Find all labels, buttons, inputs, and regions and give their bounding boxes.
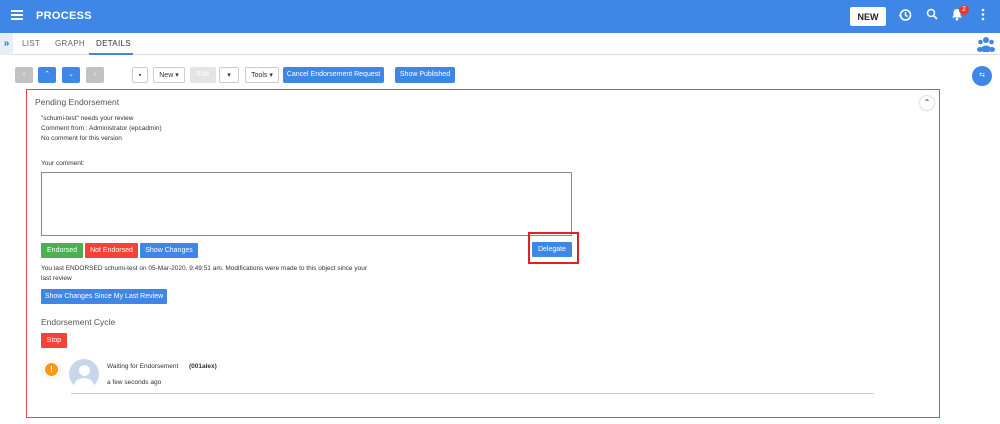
tabs-bar: » LIST GRAPH DETAILS — [0, 33, 1000, 55]
divider — [71, 393, 874, 394]
previous-button[interactable]: ‹ — [15, 67, 33, 83]
show-changes-button[interactable]: Show Changes — [140, 243, 198, 258]
endorsement-status-text: Waiting for Endorsement — [107, 363, 179, 370]
search-icon[interactable] — [926, 8, 938, 24]
more-vert-icon[interactable] — [981, 8, 985, 25]
users-group-icon[interactable] — [977, 36, 995, 53]
caret-down-icon: ▾ — [227, 72, 231, 79]
panel-title: Pending Endorsement — [35, 97, 120, 107]
last-review-text-2: last review — [41, 275, 72, 282]
page-title: PROCESS — [36, 10, 92, 22]
pending-endorsement-panel: Pending Endorsement ⌃ "schumi-test" need… — [26, 89, 940, 418]
menu-icon[interactable] — [11, 10, 23, 22]
notification-badge: 2 — [959, 5, 969, 15]
avatar — [69, 359, 99, 389]
history-icon[interactable] — [898, 8, 912, 26]
comment-label: Your comment: — [41, 160, 85, 167]
new-button[interactable]: NEW — [850, 7, 886, 26]
chevron-down-icon: ⌄ — [68, 71, 74, 78]
endorsement-cycle-title: Endorsement Cycle — [41, 317, 116, 327]
endorser-username: (001alex) — [189, 363, 217, 370]
chevron-up-icon: ⌃ — [923, 98, 931, 107]
chevron-left-icon: ‹ — [22, 71, 26, 78]
document-button[interactable]: ▪ — [132, 67, 148, 83]
document-icon: ▪ — [138, 72, 142, 79]
chevron-right-icon: › — [93, 71, 97, 78]
chevron-up-icon: ⌃ — [44, 71, 50, 78]
review-request-text: "schumi-test" needs your review — [41, 115, 134, 122]
version-comment-text: No comment for this version — [41, 135, 122, 142]
tools-dropdown-button[interactable]: Tools ▾ — [245, 67, 279, 83]
top-app-bar: PROCESS NEW 2 — [0, 0, 1000, 33]
show-changes-since-last-review-button[interactable]: Show Changes Since My Last Review — [41, 289, 167, 304]
tab-details[interactable]: DETAILS — [96, 39, 131, 48]
last-review-text: You last ENDORSED schumi-test on 05-Mar-… — [41, 265, 367, 272]
not-endorsed-button[interactable]: Not Endorsed — [85, 243, 138, 258]
show-published-button[interactable]: Show Published — [395, 67, 455, 83]
expand-sidebar-icon[interactable]: » — [0, 33, 13, 55]
tools-label: Tools — [251, 72, 268, 79]
stop-button[interactable]: Stop — [41, 333, 67, 348]
edit-button[interactable]: Edit — [190, 67, 216, 83]
comment-textarea[interactable] — [41, 172, 572, 236]
warning-icon: ! — [43, 361, 60, 378]
endorsement-timestamp: a few seconds ago — [107, 379, 162, 386]
collapse-button[interactable]: ⌃ — [920, 96, 934, 110]
tab-list[interactable]: LIST — [22, 39, 40, 48]
comment-from-text: Comment from : Administrator (epcadmin) — [41, 125, 162, 132]
active-tab-indicator — [89, 53, 133, 55]
cancel-endorsement-request-button[interactable]: Cancel Endorsement Request — [283, 67, 384, 83]
endorsed-button[interactable]: Endorsed — [41, 243, 83, 258]
delegate-highlight — [528, 232, 579, 264]
move-down-button[interactable]: ⌄ — [62, 67, 80, 83]
move-up-button[interactable]: ⌃ — [38, 67, 56, 83]
tab-graph[interactable]: GRAPH — [55, 39, 85, 48]
next-button[interactable]: › — [86, 67, 104, 83]
new-dropdown-label: New — [159, 72, 174, 79]
new-dropdown-button[interactable]: New ▾ — [153, 67, 185, 83]
edit-dropdown-button[interactable]: ▾ — [219, 67, 239, 83]
swap-fab-button[interactable]: ⇆ — [972, 66, 992, 86]
